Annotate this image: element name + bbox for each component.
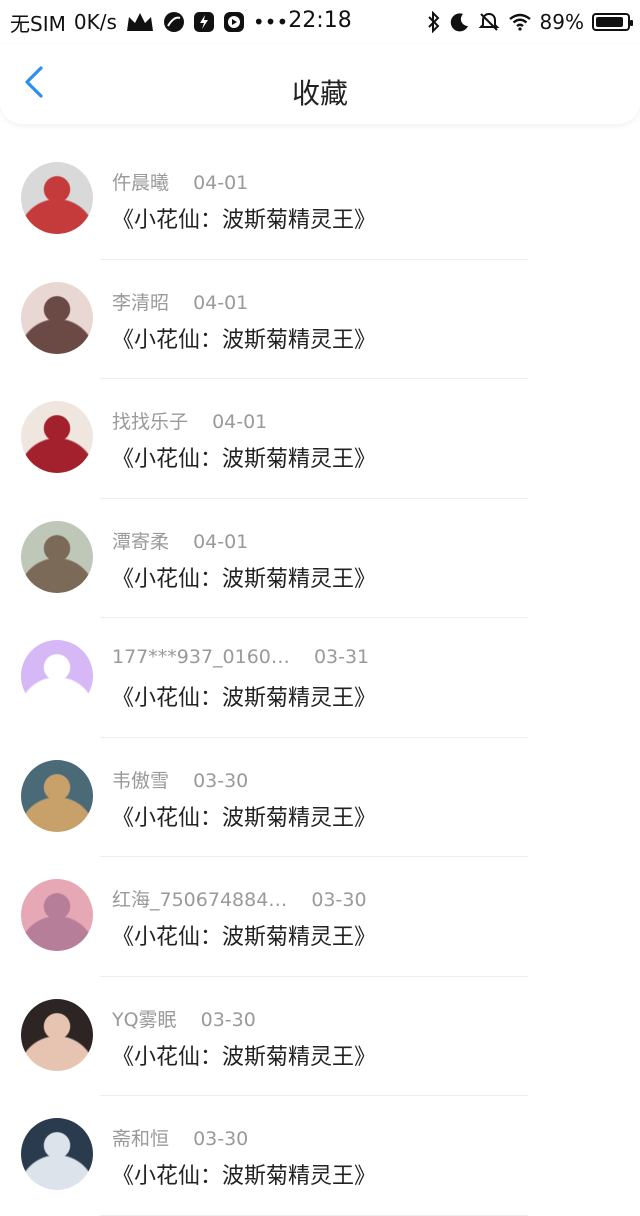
item-meta: 李清昭 04-01 (112, 288, 248, 315)
status-bar: 无SIM 0K/s ••• 89% 22:18 (0, 0, 640, 44)
avatar[interactable] (21, 281, 93, 354)
favorites-list: 仵晨曦 04-01 《小花仙：波斯菊精灵王》 李清昭 04-01 《小花仙：波斯… (0, 140, 640, 1216)
avatar[interactable] (21, 162, 93, 234)
bell-off-icon (478, 11, 500, 33)
item-title: 《小花仙：波斯菊精灵王》 (112, 566, 377, 592)
user-name: 177***937_0160… (112, 646, 290, 668)
network-speed: 0K/s (73, 10, 117, 34)
item-meta: 177***937_0160… 03-31 (112, 646, 369, 668)
page-title: 收藏 (291, 77, 348, 110)
item-date: 03-30 (193, 1128, 249, 1150)
avatar[interactable] (21, 640, 93, 712)
item-date: 03-30 (193, 769, 249, 792)
list-item[interactable]: 斋和恒 03-30 《小花仙：波斯菊精灵王》 (0, 1096, 640, 1216)
item-title: 《小花仙：波斯菊精灵王》 (112, 1044, 377, 1070)
list-item[interactable]: 找找乐子 04-01 《小花仙：波斯菊精灵王》 (0, 379, 640, 499)
status-left: 无SIM 0K/s ••• (10, 8, 288, 37)
sim-status: 无SIM (10, 11, 66, 36)
user-name: 找找乐子 (112, 411, 189, 433)
user-name: 红海_750674884… (112, 889, 288, 911)
item-meta: 红海_750674884… 03-30 (112, 885, 367, 912)
item-date: 04-01 (193, 172, 249, 194)
list-item[interactable]: 韦傲雪 03-30 《小花仙：波斯菊精灵王》 (0, 738, 640, 857)
item-date: 03-30 (311, 889, 367, 911)
item-date: 04-01 (193, 530, 249, 553)
user-name: 仵晨曦 (112, 172, 170, 194)
item-date: 04-01 (212, 411, 268, 433)
item-title: 《小花仙：波斯菊精灵王》 (112, 805, 377, 831)
item-date: 03-31 (313, 646, 370, 668)
item-meta: 仵晨曦 04-01 (112, 168, 248, 195)
user-name: 潭寄柔 (112, 530, 170, 553)
user-name: 李清昭 (112, 291, 170, 314)
wifi-icon (508, 12, 532, 32)
status-right: 89% (426, 10, 633, 34)
avatar[interactable] (21, 759, 93, 832)
list-item[interactable]: 177***937_0160… 03-31 《小花仙：波斯菊精灵王》 (0, 618, 640, 738)
user-name: 韦傲雪 (112, 769, 170, 792)
list-item[interactable]: 仵晨曦 04-01 《小花仙：波斯菊精灵王》 (0, 140, 640, 260)
flash-icon (193, 11, 215, 33)
avatar[interactable] (21, 401, 93, 473)
user-name: YQ雾眠 (112, 1008, 177, 1031)
item-date: 03-30 (200, 1008, 256, 1031)
play-icon (223, 11, 245, 33)
leaf-icon (163, 11, 185, 33)
avatar[interactable] (21, 520, 93, 593)
nav-bar: 收藏 (0, 44, 640, 124)
item-title: 《小花仙：波斯菊精灵王》 (112, 925, 377, 950)
item-title: 《小花仙：波斯菊精灵王》 (112, 447, 377, 472)
item-title: 《小花仙：波斯菊精灵王》 (112, 686, 377, 711)
list-item[interactable]: 潭寄柔 04-01 《小花仙：波斯菊精灵王》 (0, 499, 640, 618)
avatar[interactable] (21, 1118, 93, 1190)
item-meta: 找找乐子 04-01 (112, 407, 267, 434)
avatar[interactable] (21, 879, 93, 951)
item-title: 《小花仙：波斯菊精灵王》 (112, 1164, 377, 1189)
bluetooth-icon (426, 11, 442, 33)
item-meta: YQ雾眠 03-30 (112, 1005, 256, 1032)
list-item[interactable]: 红海_750674884… 03-30 《小花仙：波斯菊精灵王》 (0, 857, 640, 977)
moon-icon (450, 12, 470, 32)
item-meta: 韦傲雪 03-30 (112, 766, 248, 793)
item-meta: 潭寄柔 04-01 (112, 527, 248, 554)
item-title: 《小花仙：波斯菊精灵王》 (112, 208, 377, 233)
battery-percent: 89% (539, 10, 584, 34)
list-item[interactable]: 李清昭 04-01 《小花仙：波斯菊精灵王》 (0, 260, 640, 379)
item-date: 04-01 (193, 291, 249, 314)
avatar[interactable] (21, 998, 93, 1071)
crown-icon (125, 11, 155, 33)
list-item[interactable]: YQ雾眠 03-30 《小花仙：波斯菊精灵王》 (0, 977, 640, 1096)
item-title: 《小花仙：波斯菊精灵王》 (112, 327, 377, 353)
battery-icon (592, 13, 633, 31)
divider (100, 1214, 528, 1216)
more-dots: ••• (252, 10, 289, 34)
